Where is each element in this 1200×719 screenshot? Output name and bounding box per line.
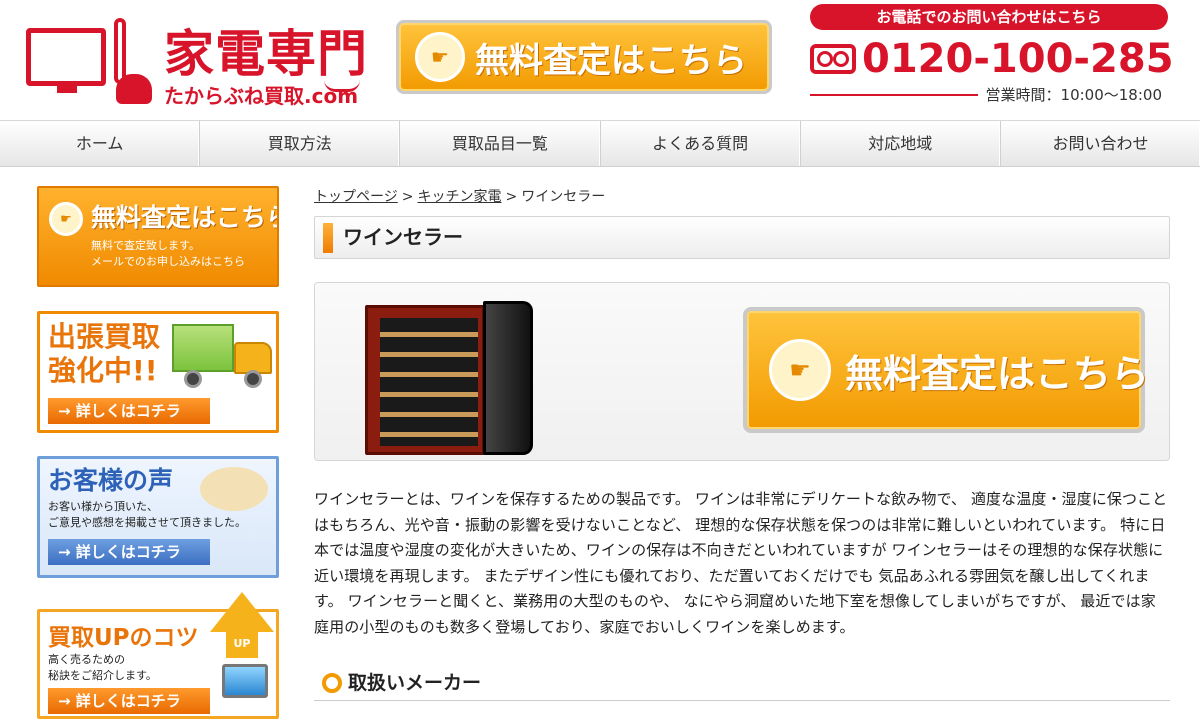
banner-title: 買取UPのコツ [48, 625, 199, 651]
page-title: ワインセラー [343, 225, 463, 249]
breadcrumb-top[interactable]: トップページ [314, 189, 398, 205]
phone-number[interactable]: 0120-100-285 [862, 36, 1174, 82]
customer-voice-banner[interactable]: お客様の声 お客い様から頂いた、 ご意見や感想を掲載させて頂きました。 → 詳し… [37, 456, 279, 578]
makers-title: 取扱いメーカー [348, 672, 482, 694]
breadcrumb-separator: > [505, 189, 518, 205]
divider [810, 93, 978, 96]
nav-item-contact[interactable]: お問い合わせ [1001, 121, 1200, 166]
main-content: トップページ > キッチン家電 > ワインセラー ワインセラー ☛ 無料査定はこちら [314, 184, 1170, 701]
banner-text-line: ご意見や感想を掲載させて頂きました。 [48, 516, 246, 529]
breadcrumb-kitchen[interactable]: キッチン家電 [417, 189, 501, 205]
free-assessment-button[interactable]: ☛ 無料査定はこちら [396, 20, 772, 94]
truck-icon [172, 320, 276, 392]
pointing-hand-icon: ☛ [49, 202, 83, 236]
banner-text-line: メールでのお申し込みはこちら [91, 255, 245, 268]
global-nav: ホーム 買取方法 買取品目一覧 よくある質問 対応地域 お問い合わせ [0, 120, 1200, 167]
banner-title: 無料査定はこちら [91, 203, 279, 232]
free-assessment-banner[interactable]: ☛ 無料査定はこちら 無料で査定致します。 メールでのお申し込みはこちら [37, 186, 279, 287]
nav-item-faq[interactable]: よくある質問 [601, 121, 801, 166]
page-heading: ワインセラー [314, 216, 1170, 259]
site-logo[interactable]: 家電専門 たからぶね買取.com [24, 14, 374, 108]
details-button[interactable]: → 詳しくはコチラ [48, 539, 210, 565]
wine-cellar-image [365, 301, 537, 457]
television-icon [26, 28, 106, 93]
phone-contact: お電話でのお問い合わせはこちら 0120-100-285 営業時間：10:00〜… [810, 4, 1174, 104]
banner-text: 無料で査定致します。 メールでのお申し込みはこちら [91, 238, 245, 270]
free-dial-icon [810, 44, 856, 74]
pointing-hand-icon: ☛ [769, 339, 831, 401]
banner-text: お客い様から頂いた、 ご意見や感想を掲載させて頂きました。 [48, 499, 246, 531]
makers-section-heading: 取扱いメーカー [314, 669, 1170, 701]
product-description: ワインセラーとは、ワインを保存するための製品です。 ワインは非常にデリケートな飲… [314, 490, 1168, 636]
home-visit-banner[interactable]: 出張買取 強化中!! → 詳しくはコチラ [37, 311, 279, 433]
circle-bullet-icon [322, 673, 342, 693]
vacuum-cleaner-icon [106, 18, 152, 104]
nav-item-service-area[interactable]: 対応地域 [801, 121, 1001, 166]
site-header: 家電専門 たからぶね買取.com ☛ 無料査定はこちら お電話でのお問い合わせは… [0, 0, 1200, 120]
breadcrumb-current: ワインセラー [521, 189, 606, 205]
pointing-hand-icon: ☛ [415, 32, 465, 82]
details-button[interactable]: → 詳しくはコチラ [48, 688, 210, 714]
nav-item-item-list[interactable]: 買取品目一覧 [400, 121, 601, 166]
banner-text-line: 高く売るための [48, 653, 125, 666]
heading-accent-bar [323, 223, 333, 253]
banner-title: お客様の声 [48, 466, 174, 495]
monitor-icon [222, 664, 268, 698]
sidebar: ☛ 無料査定はこちら 無料で査定致します。 メールでのお申し込みはこちら 出張買… [37, 186, 279, 719]
banner-text-line: お客い様から頂いた、 [48, 500, 158, 513]
hero-assessment-label: 無料査定はこちら [845, 351, 1150, 396]
details-button[interactable]: → 詳しくはコチラ [48, 398, 210, 424]
plug-icon [324, 72, 360, 92]
banner-text: 高く売るための 秘訣をご紹介します。 [48, 652, 157, 684]
nav-item-how-to-sell[interactable]: 買取方法 [200, 121, 401, 166]
banner-title: 出張買取 強化中!! [48, 320, 160, 388]
hero-free-assessment-button[interactable]: ☛ 無料査定はこちら [743, 307, 1149, 433]
breadcrumb-separator: > [401, 189, 414, 205]
banner-text-line: 無料で査定致します。 [91, 239, 200, 252]
free-assessment-label: 無料査定はこちら [475, 40, 747, 81]
up-badge: UP [226, 630, 258, 658]
banner-text-line: 秘訣をご紹介します。 [48, 669, 157, 682]
phone-heading: お電話でのお問い合わせはこちら [810, 4, 1168, 30]
banner-title-line: 出張買取 [48, 320, 161, 353]
up-arrow-icon [210, 592, 274, 632]
breadcrumb: トップページ > キッチン家電 > ワインセラー [314, 184, 1170, 210]
banner-title-line: 強化中!! [48, 354, 158, 387]
business-hours: 営業時間：10:00〜18:00 [985, 86, 1162, 104]
price-up-tips-banner[interactable]: 買取UPのコツ 高く売るための 秘訣をご紹介します。 UP → 詳しくはコチラ [37, 592, 279, 719]
hero-panel: ☛ 無料査定はこちら [314, 282, 1170, 461]
nav-item-home[interactable]: ホーム [0, 121, 201, 166]
